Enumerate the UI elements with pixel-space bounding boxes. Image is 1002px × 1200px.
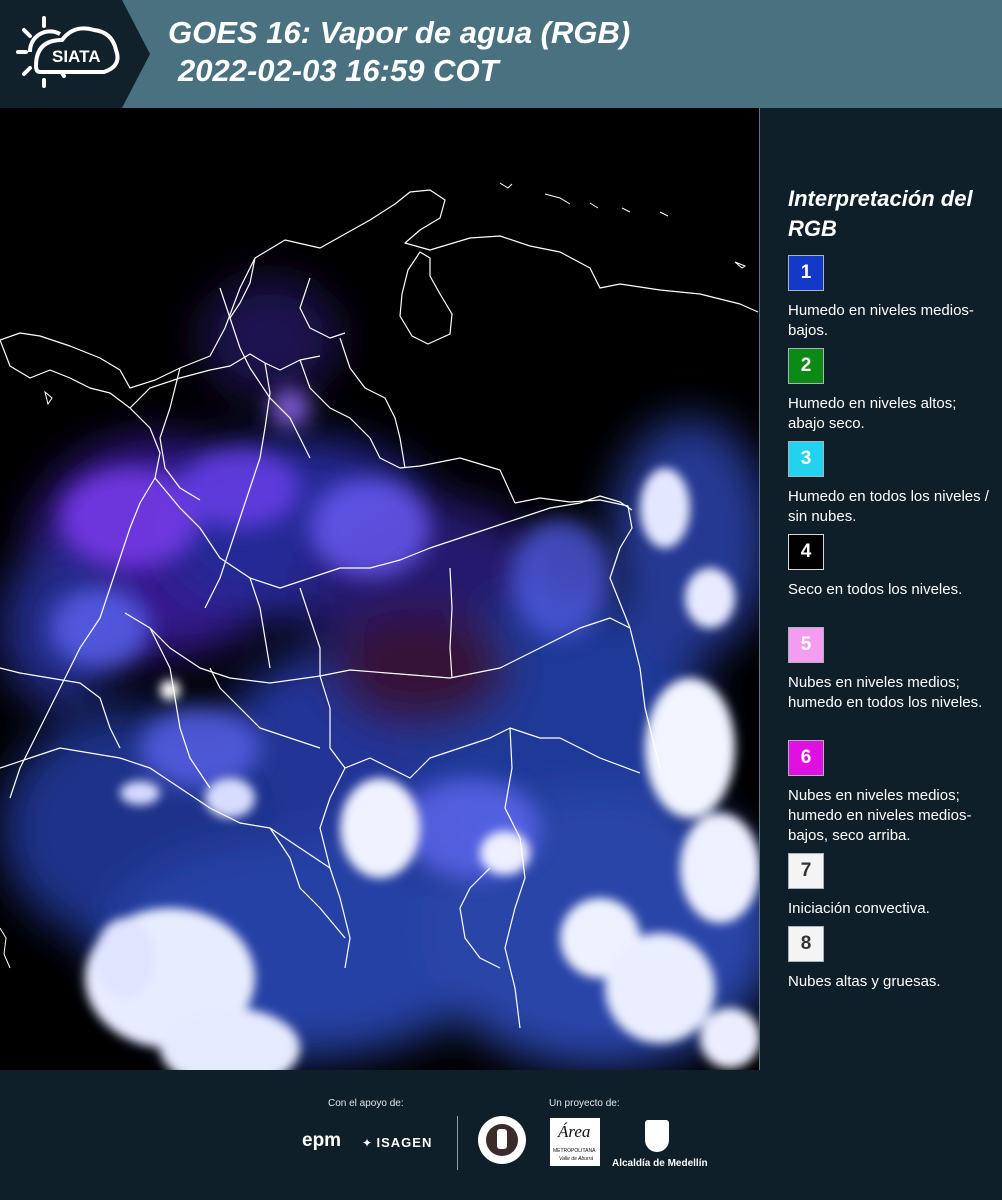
- epm-logo: epm: [302, 1130, 342, 1151]
- legend-desc-2: Humedo en niveles altos; abajo seco.: [788, 395, 957, 432]
- legend-swatch-4: 4: [788, 534, 824, 570]
- isagen-logo: ✦ ISAGEN: [362, 1134, 432, 1152]
- legend-desc-7: Iniciación convectiva.: [788, 900, 930, 917]
- legend-item-4: 4 Seco en todos los niveles.: [788, 534, 993, 600]
- footer: Con el apoyo de: Un proyecto de: epm ✦ I…: [0, 1070, 1002, 1200]
- satellite-map: [0, 108, 760, 1070]
- legend-item-5: 5 Nubes en niveles medios; humedo en tod…: [788, 627, 993, 713]
- legend-desc-8: Nubes altas y gruesas.: [788, 973, 941, 990]
- medellin-seal: [478, 1116, 526, 1164]
- legend-swatch-7: 7: [788, 853, 824, 889]
- legend-swatch-2: 2: [788, 348, 824, 384]
- area-logo-sub: METROPOLITANA: [553, 1148, 596, 1154]
- legend-item-2: 2 Humedo en niveles altos; abajo seco.: [788, 348, 993, 434]
- siata-logo-text: SIATA: [52, 47, 100, 66]
- project-label: Un proyecto de:: [549, 1098, 620, 1109]
- legend-desc-5: Nubes en niveles medios; humedo en todos…: [788, 674, 983, 711]
- header: SIATA GOES 16: Vapor de agua (RGB) 2022-…: [0, 0, 1002, 108]
- support-label: Con el apoyo de:: [328, 1098, 404, 1109]
- legend-desc-3: Humedo en todos los niveles / sin nubes.: [788, 488, 989, 525]
- legend-item-8: 8 Nubes altas y gruesas.: [788, 926, 993, 992]
- legend-swatch-1: 1: [788, 255, 824, 291]
- isagen-icon: ✦: [362, 1136, 373, 1150]
- isagen-label: ISAGEN: [376, 1135, 433, 1150]
- legend-item-7: 7 Iniciación convectiva.: [788, 853, 993, 919]
- page-title: GOES 16: Vapor de agua (RGB) 2022-02-03 …: [168, 14, 630, 90]
- legend-swatch-3: 3: [788, 441, 824, 477]
- legend-swatch-8: 8: [788, 926, 824, 962]
- legend-desc-4: Seco en todos los niveles.: [788, 581, 963, 598]
- legend-item-6: 6 Nubes en niveles medios; humedo en niv…: [788, 740, 993, 846]
- alcaldia-shield-icon: [645, 1120, 669, 1152]
- hand-icon: [497, 1129, 507, 1149]
- area-logo-sub2: Valle de Aburrá: [559, 1156, 594, 1162]
- legend-item-3: 3 Humedo en todos los niveles / sin nube…: [788, 441, 993, 527]
- title-line-2: 2022-02-03 16:59 COT: [178, 53, 499, 88]
- legend-desc-6: Nubes en niveles medios; humedo en nivel…: [788, 787, 972, 844]
- legend-item-1: 1 Humedo en niveles medios-bajos.: [788, 255, 993, 341]
- alcaldia-label: Alcaldía de Medellín: [612, 1158, 708, 1169]
- legend-swatch-5: 5: [788, 627, 824, 663]
- title-line-1: GOES 16: Vapor de agua (RGB): [168, 15, 631, 50]
- area-logo-text: Área: [558, 1122, 591, 1141]
- legend-swatch-6: 6: [788, 740, 824, 776]
- legend-desc-1: Humedo en niveles medios-bajos.: [788, 302, 974, 339]
- siata-logo: SIATA: [0, 0, 150, 108]
- area-metropolitana-logo: Área METROPOLITANA Valle de Aburrá: [550, 1118, 600, 1166]
- footer-divider: [457, 1116, 458, 1170]
- legend-panel: Interpretación del RGB 1 Humedo en nivel…: [760, 108, 1002, 1070]
- legend-title: Interpretación del RGB: [788, 186, 973, 241]
